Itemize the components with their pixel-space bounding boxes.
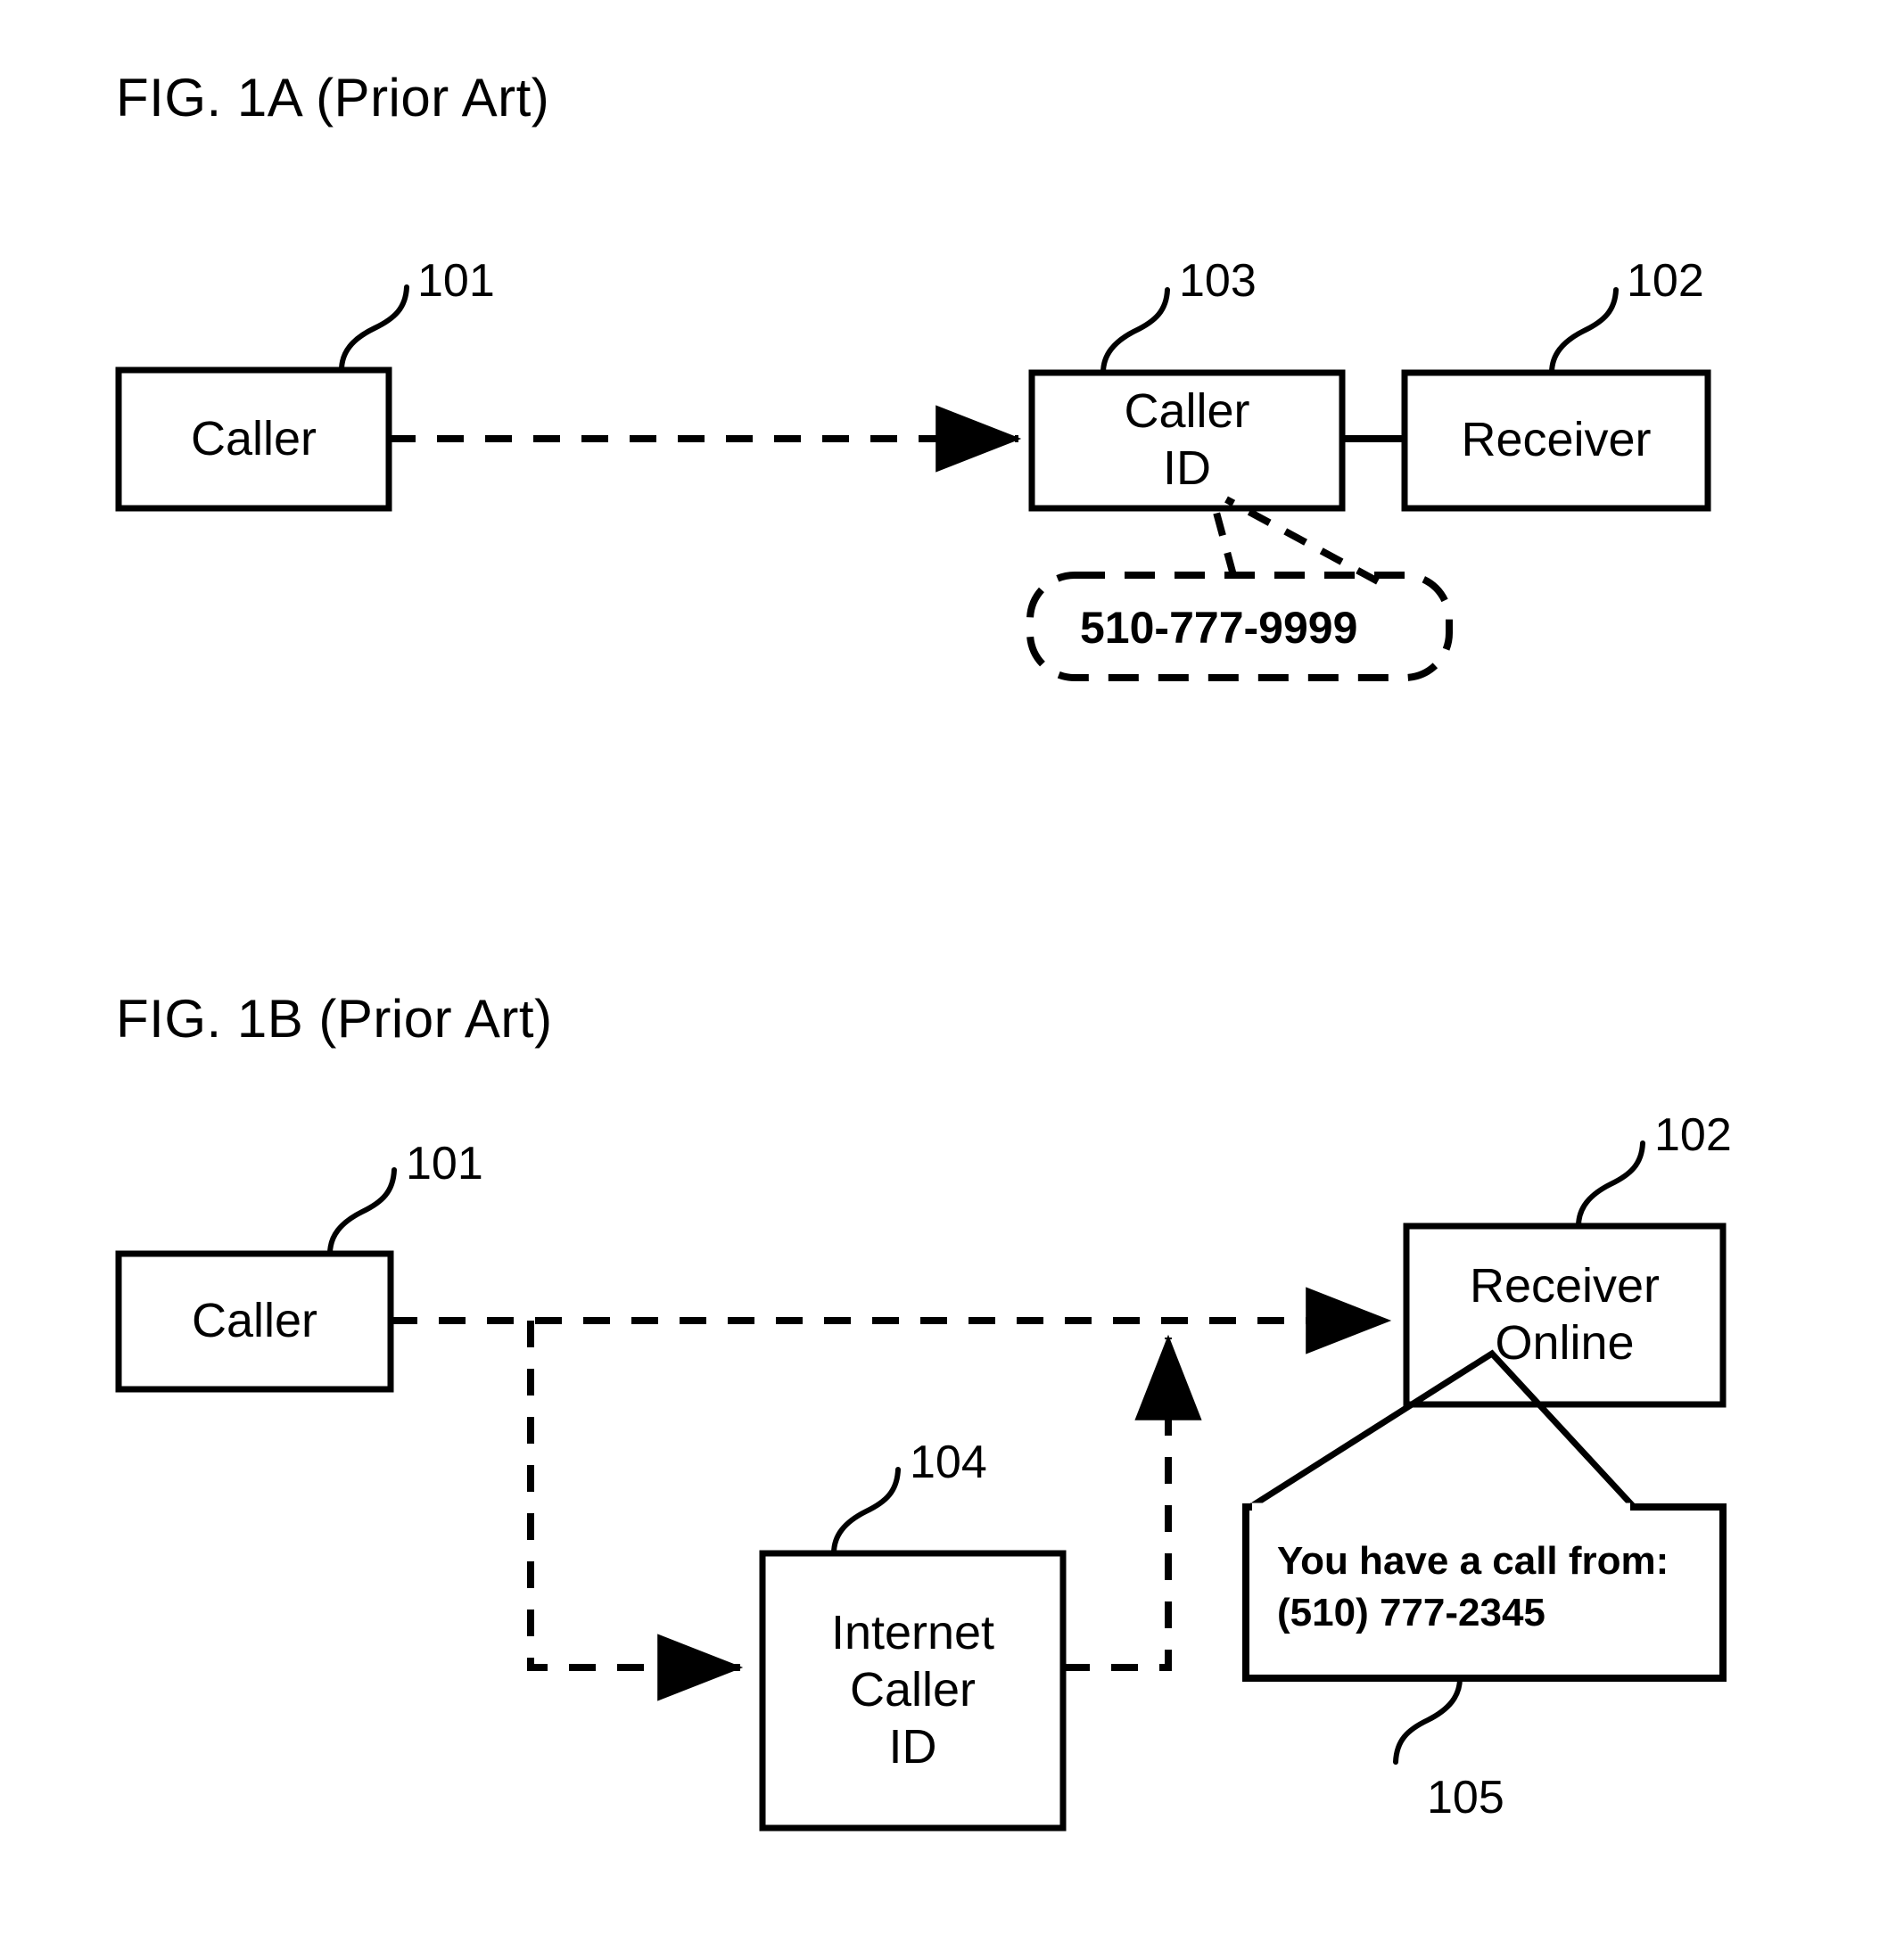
fig1a-callerid-label: Caller ID: [1032, 373, 1342, 508]
fig1a-receiver-label-line1: Receiver: [1461, 413, 1652, 467]
fig1b-receiver-online-leader: [1576, 1140, 1645, 1229]
fig1a-caller-leader: [339, 284, 409, 373]
fig1b-ref-101: 101: [406, 1138, 483, 1190]
fig1b-caller-label: Caller: [119, 1254, 391, 1389]
fig1a-receiver-label: Receiver: [1405, 373, 1708, 508]
fig1b-icid-label-line3: ID: [888, 1719, 937, 1774]
fig1b-notification-leader: [1393, 1675, 1463, 1765]
fig1b-ref-102: 102: [1654, 1109, 1732, 1161]
fig1b-receiver-label-line2: Online: [1495, 1316, 1635, 1370]
fig1b-title: FIG. 1B (Prior Art): [116, 989, 553, 1049]
fig1b-receiver-online-label: Receiver Online: [1406, 1226, 1723, 1404]
fig1a-callout-pointer-right: [1224, 496, 1380, 585]
fig1b-receiver-label-line1: Receiver: [1469, 1259, 1661, 1313]
fig1a-ref-101: 101: [417, 255, 495, 307]
fig1b-branch-to-internet-callerid: [527, 1321, 744, 1701]
fig1a-caller-label-line1: Caller: [190, 411, 317, 465]
fig1a-callerid-leader: [1100, 287, 1170, 375]
fig1b-caller-leader: [327, 1167, 397, 1256]
fig1b-notification-line2: (510) 777-2345: [1277, 1591, 1545, 1635]
fig1b-icid-label-line1: Internet: [830, 1606, 995, 1660]
fig1b-internet-callerid-leader: [831, 1467, 901, 1556]
fig1a-ref-103: 103: [1179, 255, 1257, 307]
fig1a-callerid-label-line2: ID: [1163, 441, 1211, 495]
fig1a-ref-102: 102: [1627, 255, 1704, 307]
fig1a-caller-label: Caller: [119, 370, 389, 508]
patent-figure-sheet: FIG. 1A (Prior Art) 101 Caller 103 Calle…: [0, 0, 1904, 1943]
fig1b-internet-callerid-return-arrow: [1063, 1334, 1202, 1671]
fig1a-title: FIG. 1A (Prior Art): [116, 68, 550, 128]
fig1b-ref-104: 104: [910, 1437, 987, 1488]
fig1a-receiver-leader: [1549, 287, 1619, 375]
fig1a-callerid-label-line1: Caller: [1124, 384, 1250, 439]
fig1a-callout-text: 510-777-9999: [1080, 603, 1358, 653]
fig1b-caller-label-line1: Caller: [191, 1294, 318, 1348]
fig1b-notification-text: You have a call from: (510) 777-2345: [1277, 1535, 1669, 1639]
fig1b-notification-line1: You have a call from:: [1277, 1539, 1669, 1583]
fig1b-icid-label-line2: Caller: [849, 1663, 977, 1717]
fig1b-internet-callerid-label: Internet Caller ID: [762, 1553, 1063, 1828]
fig1b-ref-105: 105: [1427, 1772, 1504, 1824]
